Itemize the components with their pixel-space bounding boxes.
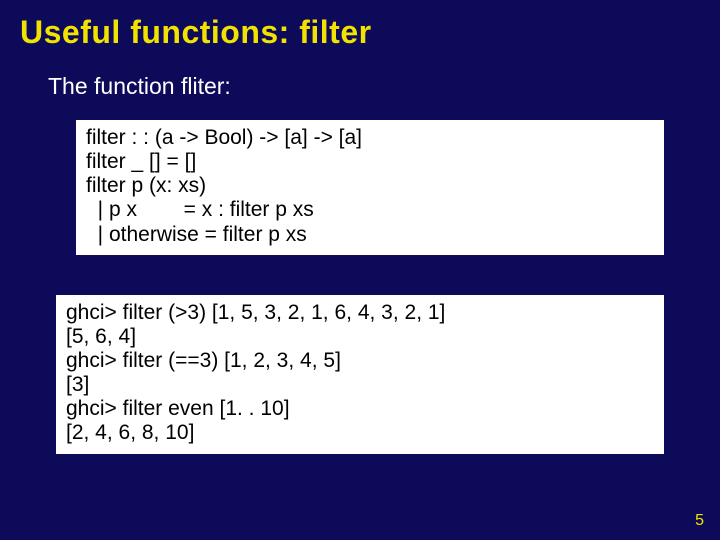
- code-line: [5, 6, 4]: [66, 325, 654, 349]
- page-number: 5: [695, 512, 704, 530]
- code-line: filter _ [] = []: [86, 150, 654, 174]
- definition-codebox: filter : : (a -> Bool) -> [a] -> [a] fil…: [76, 120, 664, 255]
- code-line: [2, 4, 6, 8, 10]: [66, 421, 654, 445]
- example-codebox: ghci> filter (>3) [1, 5, 3, 2, 1, 6, 4, …: [56, 295, 664, 454]
- code-line: | p x = x : filter p xs: [86, 198, 654, 222]
- code-line: filter : : (a -> Bool) -> [a] -> [a]: [86, 126, 654, 150]
- code-line: ghci> filter even [1. . 10]: [66, 397, 654, 421]
- code-line: | otherwise = filter p xs: [86, 223, 654, 247]
- code-line: [3]: [66, 373, 654, 397]
- code-line: ghci> filter (==3) [1, 2, 3, 4, 5]: [66, 349, 654, 373]
- slide-title: Useful functions: filter: [0, 0, 720, 57]
- code-line: ghci> filter (>3) [1, 5, 3, 2, 1, 6, 4, …: [66, 301, 654, 325]
- code-line: filter p (x: xs): [86, 174, 654, 198]
- slide-subtitle: The function fliter:: [0, 57, 720, 108]
